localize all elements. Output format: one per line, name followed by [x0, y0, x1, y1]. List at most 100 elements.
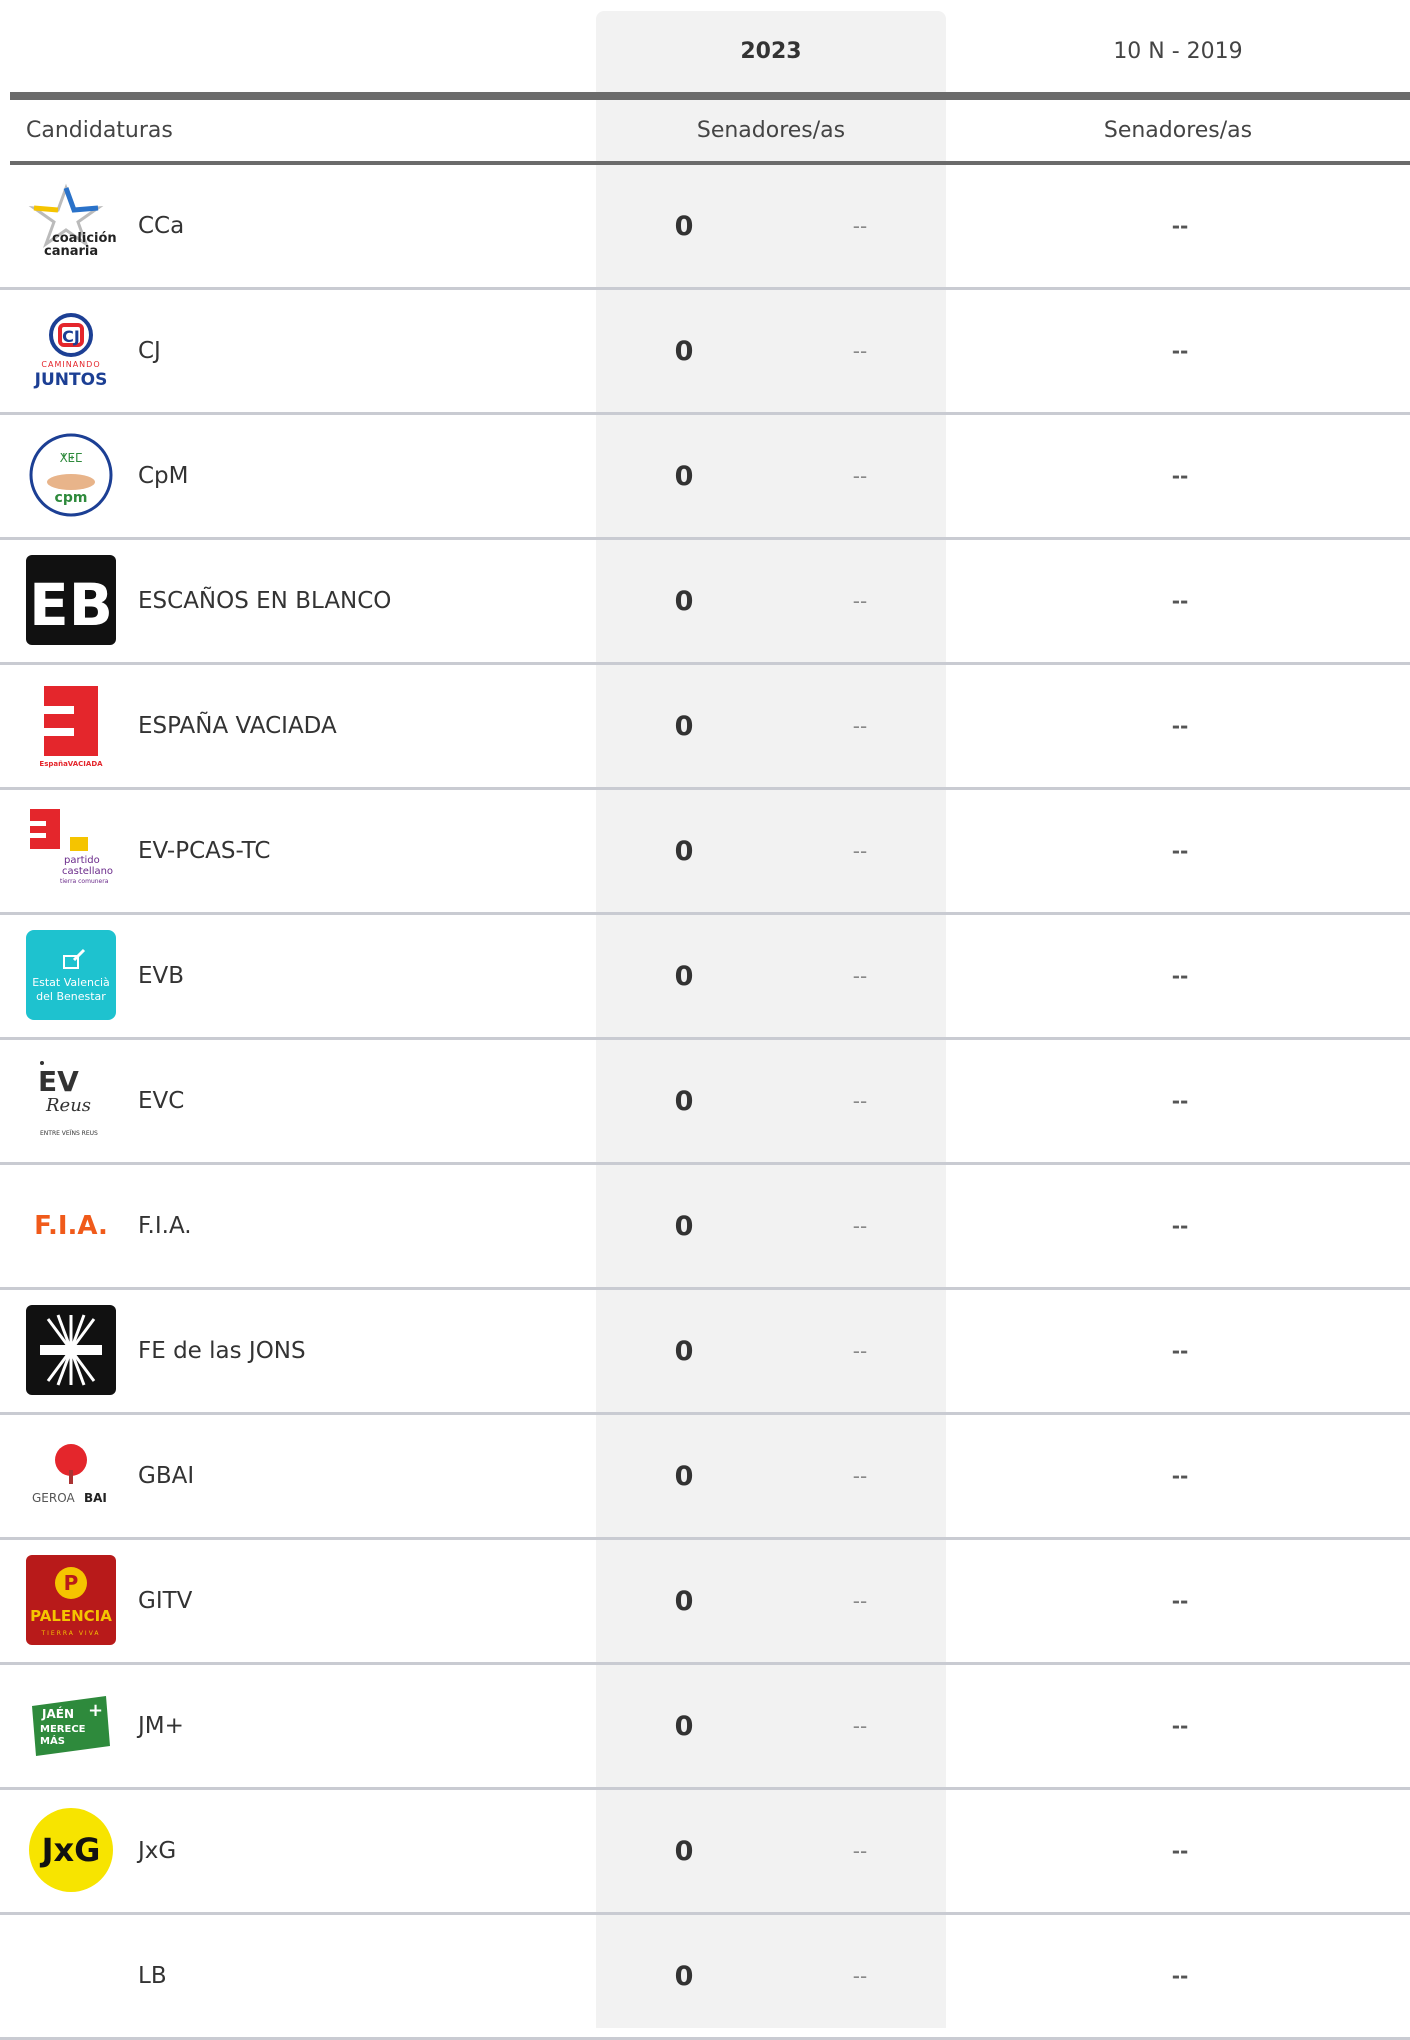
current-seats: 0 [674, 1585, 694, 1617]
svg-text:EB: EB [29, 571, 113, 639]
table-row[interactable]: EV Reus ENTRE VEÏNS REUS EVC 0 -- -- [0, 1040, 1410, 1165]
svg-text:tierra comunera: tierra comunera [60, 878, 109, 885]
table-row[interactable]: CJ CAMINANDO JUNTOS CJ 0 -- -- [0, 290, 1410, 415]
current-seats: 0 [674, 460, 694, 492]
table-row[interactable]: Estat Valencià del Benestar EVB 0 -- -- [0, 915, 1410, 1040]
svg-text:TIERRA VIVA: TIERRA VIVA [40, 1630, 100, 1637]
seat-difference: -- [852, 1214, 868, 1238]
jaen-merece-mas-logo: JAÉN MERECE MÁS + [26, 1680, 116, 1770]
party-name: JM+ [138, 1713, 184, 1739]
svg-text:canaria: canaria [44, 244, 98, 259]
svg-text:Reus: Reus [45, 1095, 91, 1116]
current-year-header[interactable]: 2023 [596, 11, 946, 92]
table-row[interactable]: F.I.A. F.I.A. 0 -- -- [0, 1165, 1410, 1290]
party-name: JxG [138, 1838, 177, 1864]
fia-logo: F.I.A. [26, 1180, 116, 1270]
table-row[interactable]: coalición canaria CCa 0 -- -- [0, 165, 1410, 290]
svg-text:cpm: cpm [55, 490, 88, 506]
jxg-logo: JxG [26, 1805, 116, 1895]
party-name: ESCAÑOS EN BLANCO [138, 588, 392, 614]
previous-seats: -- [1171, 1964, 1189, 1988]
table-row[interactable]: partido castellano tierra comunera EV-PC… [0, 790, 1410, 915]
previous-year-header[interactable]: 10 N - 2019 [946, 11, 1410, 92]
current-seats: 0 [674, 1960, 694, 1992]
seat-difference: -- [852, 214, 868, 238]
previous-seats: -- [1171, 214, 1189, 238]
party-name: ESPAÑA VACIADA [138, 713, 337, 739]
table-row[interactable]: GEROA BAI GBAI 0 -- -- [0, 1415, 1410, 1540]
espana-vaciada-logo: EspañaVACIADA [26, 680, 116, 770]
current-seats: 0 [674, 960, 694, 992]
party-name: EV-PCAS-TC [138, 838, 271, 864]
geroa-bai-logo: GEROA BAI [26, 1430, 116, 1520]
header-divider [10, 92, 1410, 100]
current-seats: 0 [674, 1460, 694, 1492]
svg-text:CJ: CJ [62, 327, 80, 346]
results-table: 2023 10 N - 2019 Candidaturas Senadores/… [0, 0, 1410, 2040]
seat-difference: -- [852, 964, 868, 988]
svg-text:BAI: BAI [84, 1491, 107, 1505]
svg-text:EspañaVACIADA: EspañaVACIADA [39, 760, 103, 768]
current-seats: 0 [674, 1085, 694, 1117]
seat-difference: -- [852, 1089, 868, 1113]
party-name: CCa [138, 213, 185, 239]
current-seats: 0 [674, 710, 694, 742]
svg-text:castellano: castellano [62, 866, 113, 877]
current-seats: 0 [674, 585, 694, 617]
svg-text:CAMINANDO: CAMINANDO [41, 360, 100, 369]
current-seats: 0 [674, 835, 694, 867]
previous-seats: -- [1171, 589, 1189, 613]
previous-seats: -- [1171, 1589, 1189, 1613]
current-seats: 0 [674, 210, 694, 242]
gitv-logo: P PALENCIA TIERRA VIVA [26, 1555, 116, 1645]
table-row[interactable]: JxG JxG 0 -- -- [0, 1790, 1410, 1915]
svg-text:ⵅⵟⵎ: ⵅⵟⵎ [60, 451, 83, 465]
previous-seats: -- [1171, 1214, 1189, 1238]
current-seats: 0 [674, 1210, 694, 1242]
seat-difference: -- [852, 839, 868, 863]
svg-text:JxG: JxG [40, 1831, 101, 1869]
ev-pcas-tc-logo: partido castellano tierra comunera [26, 805, 116, 895]
party-name: CJ [138, 338, 161, 364]
svg-text:MÁS: MÁS [40, 1734, 65, 1747]
evc-logo: EV Reus ENTRE VEÏNS REUS [26, 1055, 116, 1145]
seat-difference: -- [852, 714, 868, 738]
svg-text:partido: partido [64, 855, 100, 866]
previous-seats: -- [1171, 1714, 1189, 1738]
svg-text:JUNTOS: JUNTOS [34, 370, 108, 390]
candidaturas-column-header: Candidaturas [26, 118, 173, 143]
table-row[interactable]: LB 0 -- -- [0, 1915, 1410, 2040]
fe-jons-logo [26, 1305, 116, 1395]
table-row[interactable]: EB ESCAÑOS EN BLANCO 0 -- -- [0, 540, 1410, 665]
seat-difference: -- [852, 1464, 868, 1488]
previous-seats: -- [1171, 1339, 1189, 1363]
cpm-logo: ⵅⵟⵎ cpm [26, 430, 116, 520]
seat-difference: -- [852, 589, 868, 613]
table-row[interactable]: ⵅⵟⵎ cpm CpM 0 -- -- [0, 415, 1410, 540]
svg-text:GEROA: GEROA [32, 1491, 75, 1505]
previous-seats: -- [1171, 1089, 1189, 1113]
table-row[interactable]: EspañaVACIADA ESPAÑA VACIADA 0 -- -- [0, 665, 1410, 790]
seat-difference: -- [852, 1839, 868, 1863]
party-name: CpM [138, 463, 189, 489]
svg-text:P: P [64, 1571, 79, 1595]
table-row[interactable]: FE de las JONS 0 -- -- [0, 1290, 1410, 1415]
previous-seats: -- [1171, 839, 1189, 863]
svg-text:JAÉN: JAÉN [41, 1706, 74, 1721]
svg-text:Estat Valencià: Estat Valencià [32, 976, 110, 989]
party-name: EVC [138, 1088, 185, 1114]
current-seats: 0 [674, 335, 694, 367]
party-name: GITV [138, 1588, 193, 1614]
current-senators-column-header: Senadores/as [696, 118, 846, 143]
svg-text:F.I.A.: F.I.A. [34, 1211, 108, 1241]
seat-difference: -- [852, 464, 868, 488]
table-row[interactable]: JAÉN MERECE MÁS + JM+ 0 -- -- [0, 1665, 1410, 1790]
svg-text:PALENCIA: PALENCIA [30, 1607, 112, 1625]
current-seats: 0 [674, 1335, 694, 1367]
table-row[interactable]: P PALENCIA TIERRA VIVA GITV 0 -- -- [0, 1540, 1410, 1665]
caminando-juntos-logo: CJ CAMINANDO JUNTOS [26, 305, 116, 395]
party-name: FE de las JONS [138, 1338, 306, 1364]
party-logo-empty [26, 1930, 116, 2020]
evb-logo: Estat Valencià del Benestar [26, 930, 116, 1020]
previous-seats: -- [1171, 464, 1189, 488]
